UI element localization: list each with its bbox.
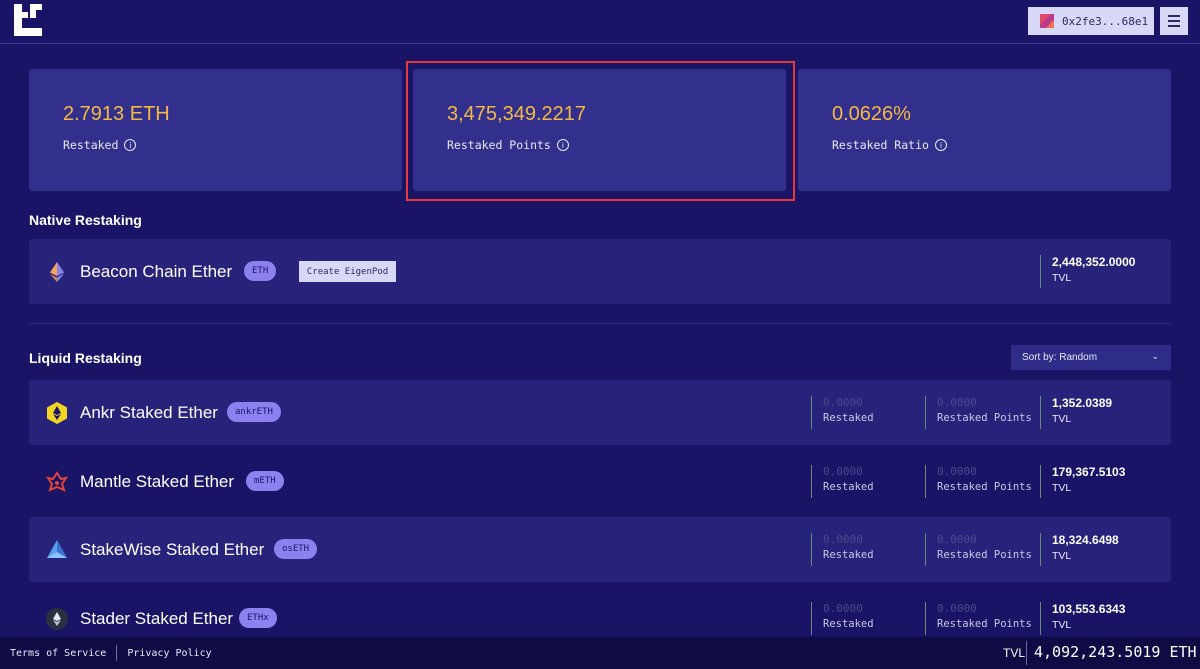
tvl-label: TVL xyxy=(1052,482,1072,494)
restaked-metric: 0.0000 Restaked xyxy=(811,602,874,635)
points-label: Restaked Points xyxy=(937,549,1032,561)
points-value: 0.0000 xyxy=(937,396,977,409)
create-eigenpod-button[interactable]: Create EigenPod xyxy=(299,261,396,282)
stat-card-restaked: 2.7913 ETH Restaked i xyxy=(29,69,402,191)
footer: Terms of Service Privacy Policy TVL 4,09… xyxy=(0,637,1200,669)
tvl-label: TVL xyxy=(1052,413,1072,425)
tvl-value: 18,324.6498 xyxy=(1052,533,1119,547)
section-divider xyxy=(29,323,1171,324)
liquid-token-row-ankr[interactable]: Ankr Staked Ether ankrETH 0.0000 Restake… xyxy=(29,380,1171,445)
sort-dropdown[interactable]: Sort by: Random ⌄ xyxy=(1011,345,1171,370)
terms-of-service-link[interactable]: Terms of Service xyxy=(0,648,116,659)
eth-icon xyxy=(50,262,64,282)
top-bar: 0x2fe3...68e1 xyxy=(0,0,1200,44)
tvl-value: 179,367.5103 xyxy=(1052,465,1126,479)
token-symbol-badge: ankrETH xyxy=(227,402,281,422)
points-label: Restaked Points xyxy=(937,412,1032,424)
ankr-icon xyxy=(47,402,67,424)
points-metric: 0.0000 Restaked Points xyxy=(925,465,1032,498)
wallet-avatar-icon xyxy=(1040,14,1054,28)
restaked-metric: 0.0000 Restaked xyxy=(811,396,874,429)
token-symbol-badge: mETH xyxy=(246,471,284,491)
menu-icon-line xyxy=(1168,20,1180,22)
points-label: Restaked Points xyxy=(937,618,1032,630)
points-metric: 0.0000 Restaked Points xyxy=(925,602,1032,635)
restaked-metric: 0.0000 Restaked xyxy=(811,465,874,498)
tvl-metric: 1,352.0389 TVL xyxy=(1040,396,1112,429)
stat-label: Restaked Ratio xyxy=(832,138,929,152)
token-symbol-badge: osETH xyxy=(274,539,318,559)
stat-value: 0.0626% xyxy=(832,103,911,125)
wallet-address: 0x2fe3...68e1 xyxy=(1062,14,1149,28)
stat-label-row: Restaked Ratio i xyxy=(832,138,1171,152)
points-label: Restaked Points xyxy=(937,481,1032,493)
token-name: Stader Staked Ether xyxy=(80,609,234,628)
points-value: 0.0000 xyxy=(937,602,977,615)
liquid-restaking-title: Liquid Restaking xyxy=(29,350,142,366)
wallet-button[interactable]: 0x2fe3...68e1 xyxy=(1028,7,1154,35)
stat-card-restaked-ratio: 0.0626% Restaked Ratio i xyxy=(798,69,1171,191)
stat-label-row: Restaked i xyxy=(63,138,402,152)
tvl-value: 103,553.6343 xyxy=(1052,602,1126,616)
mantle-icon xyxy=(45,471,69,492)
info-icon[interactable]: i xyxy=(934,139,947,151)
tvl-metric: 103,553.6343 TVL xyxy=(1040,602,1125,635)
restaked-value: 0.0000 xyxy=(823,465,863,478)
points-metric: 0.0000 Restaked Points xyxy=(925,533,1032,566)
highlight-box xyxy=(406,61,795,201)
token-name: Ankr Staked Ether xyxy=(80,403,218,422)
restaked-metric: 0.0000 Restaked xyxy=(811,533,874,566)
restaked-label: Restaked xyxy=(823,481,874,493)
menu-icon-line xyxy=(1168,25,1180,27)
liquid-token-row-stakewise[interactable]: StakeWise Staked Ether osETH 0.0000 Rest… xyxy=(29,517,1171,582)
restaked-value: 0.0000 xyxy=(823,396,863,409)
tvl-metric: 179,367.5103 TVL xyxy=(1040,465,1125,498)
token-symbol-badge: ETH xyxy=(244,261,277,281)
tvl-label: TVL xyxy=(1052,619,1072,631)
restaked-label: Restaked xyxy=(823,618,874,630)
eigenlayer-logo[interactable] xyxy=(14,4,42,36)
menu-icon-line xyxy=(1168,15,1180,17)
points-value: 0.0000 xyxy=(937,533,977,546)
restaked-value: 0.0000 xyxy=(823,602,863,615)
tvl-label: TVL xyxy=(1052,272,1072,284)
points-value: 0.0000 xyxy=(937,465,977,478)
tvl-label: TVL xyxy=(1052,550,1072,562)
token-name: Mantle Staked Ether xyxy=(80,472,235,491)
hamburger-menu-button[interactable] xyxy=(1160,7,1188,35)
tvl-metric: 18,324.6498 TVL xyxy=(1040,533,1119,566)
tvl-value: 2,448,352.0000 xyxy=(1052,255,1136,269)
stat-value: 2.7913 ETH xyxy=(63,103,170,125)
chevron-down-icon: ⌄ xyxy=(1151,351,1159,361)
privacy-policy-link[interactable]: Privacy Policy xyxy=(117,648,221,659)
restaked-label: Restaked xyxy=(823,412,874,424)
liquid-token-row-mantle[interactable]: Mantle Staked Ether mETH 0.0000 Restaked… xyxy=(29,449,1171,514)
sort-label: Sort by: Random xyxy=(1022,352,1098,363)
points-metric: 0.0000 Restaked Points xyxy=(925,396,1032,429)
total-tvl-value: 4,092,243.5019 ETH xyxy=(1034,643,1197,661)
token-name: Beacon Chain Ether xyxy=(80,262,233,281)
tvl-value: 1,352.0389 xyxy=(1052,396,1113,410)
stat-label: Restaked xyxy=(63,138,119,152)
restaked-label: Restaked xyxy=(823,549,874,561)
stakewise-icon xyxy=(47,540,67,558)
native-restaking-title: Native Restaking xyxy=(29,212,142,228)
restaked-value: 0.0000 xyxy=(823,533,863,546)
tvl-metric: 2,448,352.0000 TVL xyxy=(1040,255,1135,288)
footer-tvl-separator xyxy=(1026,641,1027,665)
token-name: StakeWise Staked Ether xyxy=(80,540,265,559)
total-tvl-label: TVL xyxy=(1003,646,1026,660)
stader-icon xyxy=(46,608,68,630)
native-token-row[interactable]: Beacon Chain Ether ETH Create EigenPod 2… xyxy=(29,239,1171,304)
info-icon[interactable]: i xyxy=(124,139,137,151)
token-symbol-badge: ETHx xyxy=(239,608,277,628)
